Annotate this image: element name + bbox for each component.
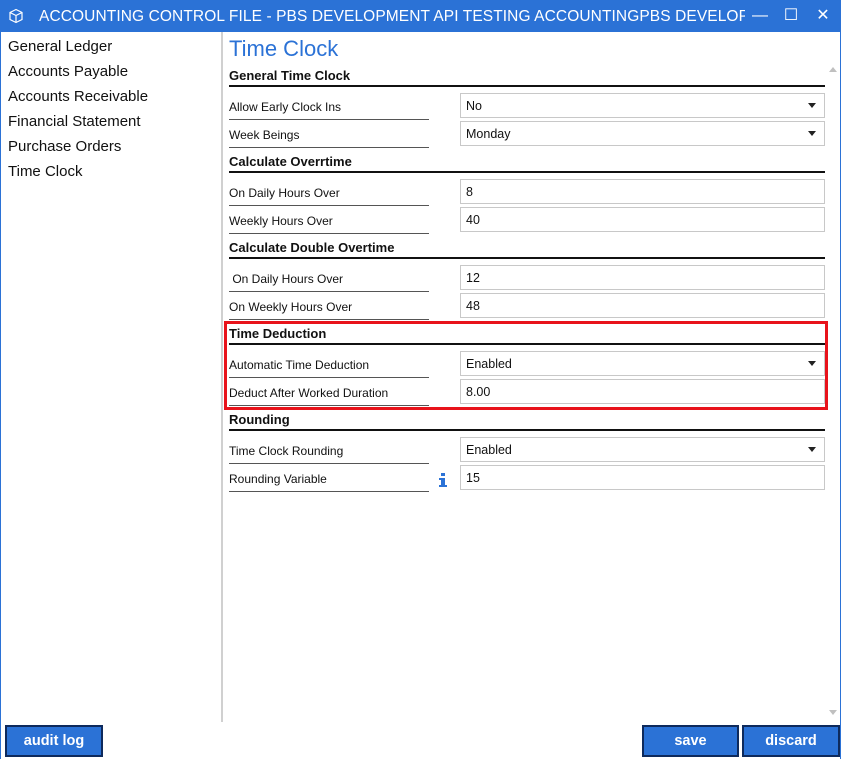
label-divider [229, 233, 429, 234]
dropdown-arrow-icon [808, 131, 816, 136]
page-title: Time Clock [229, 36, 339, 61]
section-divider [229, 257, 825, 259]
field-label-daily-hours-over: On Daily Hours Over [229, 186, 340, 200]
label-divider [229, 119, 429, 120]
sidebar: General Ledger Accounts Payable Accounts… [1, 32, 223, 722]
label-divider [229, 147, 429, 148]
app-window: ACCOUNTING CONTROL FILE - PBS DEVELOPMEN… [0, 0, 841, 759]
discard-button[interactable]: discard [742, 725, 840, 757]
section-divider [229, 343, 825, 345]
week-begins-select[interactable]: Monday [460, 121, 825, 146]
label-divider [229, 319, 429, 320]
title-bar[interactable]: ACCOUNTING CONTROL FILE - PBS DEVELOPMEN… [1, 1, 840, 32]
field-label-double-weekly-hours-over: On Weekly Hours Over [229, 300, 353, 314]
footer-bar: audit log save discard [1, 722, 840, 759]
field-label-week-begins: Week Beings [229, 128, 300, 142]
automatic-time-deduction-select[interactable]: Enabled [460, 351, 825, 376]
select-value: No [466, 99, 482, 113]
minimize-button[interactable]: — [744, 1, 776, 32]
weekly-hours-over-input[interactable]: 40 [460, 207, 825, 232]
field-label-deduct-after-worked-duration: Deduct After Worked Duration [229, 386, 389, 400]
label-divider [229, 405, 429, 406]
audit-log-button[interactable]: audit log [5, 725, 103, 757]
scroll-down-arrow-icon[interactable] [829, 710, 837, 715]
section-title-overtime: Calculate Overrtime [229, 154, 352, 169]
field-label-weekly-hours-over: Weekly Hours Over [229, 214, 333, 228]
daily-hours-over-input[interactable]: 8 [460, 179, 825, 204]
deduct-after-worked-duration-input[interactable]: 8.00 [460, 379, 825, 404]
sidebar-item-general-ledger[interactable]: General Ledger [8, 38, 112, 55]
section-divider [229, 429, 825, 431]
label-divider [229, 463, 429, 464]
select-value: Enabled [466, 357, 512, 371]
sidebar-item-time-clock[interactable]: Time Clock [8, 163, 82, 180]
dropdown-arrow-icon [808, 103, 816, 108]
field-label-rounding-variable: Rounding Variable [229, 472, 327, 486]
allow-early-clock-ins-select[interactable]: No [460, 93, 825, 118]
section-divider [229, 171, 825, 173]
double-weekly-hours-over-input[interactable]: 48 [460, 293, 825, 318]
label-divider [229, 205, 429, 206]
sidebar-item-accounts-receivable[interactable]: Accounts Receivable [8, 88, 148, 105]
section-title-double-overtime: Calculate Double Overtime [229, 240, 395, 255]
dropdown-arrow-icon [808, 447, 816, 452]
dropdown-arrow-icon [808, 361, 816, 366]
maximize-button[interactable]: ☐ [775, 1, 807, 32]
field-label-double-daily-hours-over: On Daily Hours Over [229, 272, 344, 286]
time-clock-rounding-select[interactable]: Enabled [460, 437, 825, 462]
label-divider [229, 291, 429, 292]
scroll-up-arrow-icon[interactable] [829, 67, 837, 72]
save-button[interactable]: save [642, 725, 739, 757]
section-divider [229, 85, 825, 87]
label-divider [229, 377, 429, 378]
double-daily-hours-over-input[interactable]: 12 [460, 265, 825, 290]
sidebar-item-accounts-payable[interactable]: Accounts Payable [8, 63, 128, 80]
section-title-time-deduction: Time Deduction [229, 326, 327, 341]
cube-icon [9, 8, 23, 24]
sidebar-item-financial-statement[interactable]: Financial Statement [8, 113, 141, 130]
close-button[interactable]: ✕ [807, 1, 839, 32]
select-value: Monday [466, 127, 511, 141]
field-label-allow-early-clock-ins: Allow Early Clock Ins [229, 100, 342, 114]
sidebar-item-purchase-orders[interactable]: Purchase Orders [8, 138, 121, 155]
field-label-time-clock-rounding: Time Clock Rounding [229, 444, 344, 458]
section-title-general: General Time Clock [229, 68, 351, 83]
section-title-rounding: Rounding [229, 412, 290, 427]
info-icon[interactable] [437, 473, 449, 487]
window-title: ACCOUNTING CONTROL FILE - PBS DEVELOPMEN… [39, 8, 745, 25]
field-label-automatic-time-deduction: Automatic Time Deduction [229, 358, 370, 372]
rounding-variable-input[interactable]: 15 [460, 465, 825, 490]
select-value: Enabled [466, 443, 512, 457]
main-content: Time Clock General Time Clock Allow Earl… [224, 32, 841, 722]
label-divider [229, 491, 429, 492]
